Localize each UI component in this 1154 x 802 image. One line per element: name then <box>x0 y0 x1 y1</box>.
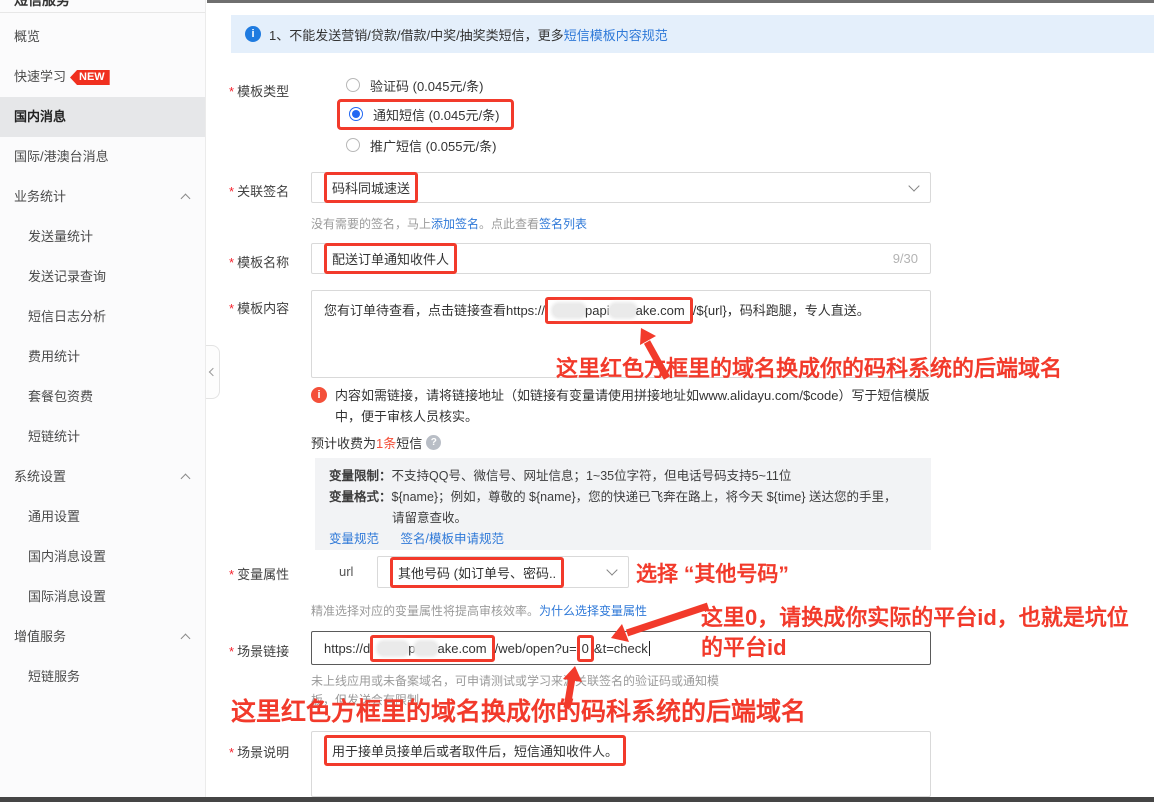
variable-spec-link[interactable]: 变量规范 <box>329 532 379 546</box>
add-signature-link[interactable]: 添加签名 <box>431 217 479 231</box>
fee-estimate: 预计收费为1条短信? <box>311 433 941 454</box>
chevron-up-icon <box>181 194 191 204</box>
chevron-down-icon <box>606 564 617 575</box>
sidebar-item-quick-learn[interactable]: 快速学习NEW <box>0 57 205 97</box>
signature-template-spec-link[interactable]: 签名/模板申请规范 <box>401 532 504 546</box>
radio-option-promo-sms[interactable]: 推广短信 (0.055元/条) <box>346 130 496 160</box>
annotation-red-box: 通知短信 (0.045元/条) <box>337 99 514 130</box>
new-badge: NEW <box>70 70 110 85</box>
annotation-arrow-left <box>603 600 713 648</box>
variable-attr-select[interactable]: 其他号码 (如订单号、密码.. <box>377 556 629 588</box>
blurred-text <box>415 642 437 655</box>
scene-desc-textarea[interactable]: 用于接单员接单后或者取件后，短信通知收件人。 <box>311 731 931 797</box>
main-content: i 1、不能发送营销/贷款/借款/中奖/抽奖类短信，更多短信模板内容规范 *模板… <box>207 0 1154 802</box>
radio-option-notification-sms[interactable]: 通知短信 (0.045元/条) <box>346 99 514 129</box>
variable-tips-panel: 变量限制：不支持QQ号、微信号、网址信息；1~35位字符，但电话号码支持5~11… <box>315 458 931 550</box>
radio-unselected-icon[interactable] <box>346 78 360 92</box>
sidebar-item-package-pricing[interactable]: 套餐包资费 <box>0 377 205 417</box>
template-type-label: *模板类型 <box>229 81 289 100</box>
sidebar-item-intl-msg-settings[interactable]: 国际消息设置 <box>0 577 205 617</box>
blurred-text <box>553 304 585 317</box>
warning-icon: i <box>311 387 327 403</box>
sidebar-item-shortlink-service[interactable]: 短链服务 <box>0 657 205 697</box>
annotation-platform-id-line2: 的平台id <box>701 630 787 662</box>
chevron-down-icon <box>908 180 919 191</box>
sidebar-partial-top-item[interactable]: 短信服务 <box>0 0 205 13</box>
sidebar-collapse-handle[interactable] <box>206 345 220 399</box>
sidebar-menu: 概览 快速学习NEW 国内消息 国际/港澳台消息 业务统计 发送量统计 发送记录… <box>0 13 205 697</box>
fee-count: 1条 <box>376 433 396 454</box>
annotation-content-domain: 这里红色方框里的域名换成你的码科系统的后端域名 <box>556 351 1062 383</box>
template-name-input[interactable]: 配送订单通知收件人 9/30 <box>311 243 931 274</box>
radio-option-verification-code[interactable]: 验证码 (0.045元/条) <box>346 70 483 100</box>
sms-template-rules-link[interactable]: 短信模板内容规范 <box>564 25 668 44</box>
annotation-red-box-domain: pake.com <box>370 635 494 662</box>
variable-attr-label: *变量属性 <box>229 564 289 583</box>
sidebar-item-sms-log-analysis[interactable]: 短信日志分析 <box>0 297 205 337</box>
variable-attr-helper: 精准选择对应的变量属性将提高审核效率。为什么选择变量属性 <box>311 602 647 619</box>
scene-link-label: *场景链接 <box>229 641 289 660</box>
sidebar-group-system-settings[interactable]: 系统设置 <box>0 457 205 497</box>
scene-desc-label: *场景说明 <box>229 742 289 761</box>
annotation-platform-id-line1: 这里0，请换成你实际的平台id，也就是坑位 <box>701 600 1129 632</box>
annotation-red-box: 用于接单员接单后或者取件后，短信通知收件人。 <box>324 735 626 766</box>
sidebar-group-value-added-services[interactable]: 增值服务 <box>0 617 205 657</box>
scene-link-helper-line1: 未上线应用或未备案域名，可申请测试或学习来源关联签名的验证码或通知模 <box>311 672 719 689</box>
variable-limit-line: 变量限制：不支持QQ号、微信号、网址信息；1~35位字符，但电话号码支持5~11… <box>329 466 917 487</box>
top-notice-bar: i 1、不能发送营销/贷款/借款/中奖/抽奖类短信，更多短信模板内容规范 <box>231 15 1154 53</box>
variable-name: url <box>339 564 353 579</box>
chevron-up-icon <box>181 474 191 484</box>
radio-selected-icon[interactable] <box>349 107 363 121</box>
signature-label: *关联签名 <box>229 181 289 200</box>
sidebar-item-cost-stats[interactable]: 费用统计 <box>0 337 205 377</box>
sidebar-item-intl-messages[interactable]: 国际/港澳台消息 <box>0 137 205 177</box>
annotation-red-box-domain: papiake.com <box>545 297 693 324</box>
sidebar-item-send-volume-stats[interactable]: 发送量统计 <box>0 217 205 257</box>
info-icon: i <box>245 26 261 42</box>
chevron-up-icon <box>181 634 191 644</box>
variable-format-line2: 请留意查收。 <box>329 508 917 529</box>
template-name-label: *模板名称 <box>229 252 289 271</box>
radio-unselected-icon[interactable] <box>346 138 360 152</box>
annotation-red-box: 码科同城速送 <box>324 172 418 203</box>
signature-helper: 没有需要的签名，马上添加签名。点此查看签名列表 <box>311 215 587 232</box>
annotation-red-box: 其他号码 (如订单号、密码.. <box>390 557 564 588</box>
variable-format-line: 变量格式：${name}；例如，尊敬的 ${name}，您的快递已飞奔在路上，将… <box>329 487 917 508</box>
sidebar-group-business-stats[interactable]: 业务统计 <box>0 177 205 217</box>
template-content-label: *模板内容 <box>229 298 289 317</box>
signature-list-link[interactable]: 签名列表 <box>539 217 587 231</box>
sidebar-item-overview[interactable]: 概览 <box>0 17 205 57</box>
signature-select[interactable]: 码科同城速送 <box>311 172 931 203</box>
annotation-red-box-platform-id: 0 <box>577 635 594 662</box>
help-icon[interactable]: ? <box>426 435 441 450</box>
sidebar-item-domestic-messages[interactable]: 国内消息 <box>0 97 205 137</box>
window-bottom-edge <box>0 797 1154 802</box>
notice-text: 1、不能发送营销/贷款/借款/中奖/抽奖类短信，更多 <box>269 25 564 44</box>
annotation-link-domain: 这里红色方框里的域名换成你的码科系统的后端域名 <box>231 692 806 728</box>
sidebar-item-general-settings[interactable]: 通用设置 <box>0 497 205 537</box>
blurred-text <box>378 642 408 655</box>
link-usage-note: i内容如需链接，请将链接地址（如链接有变量请使用拼接地址如www.alidayu… <box>311 385 941 427</box>
sidebar-item-shortlink-stats[interactable]: 短链统计 <box>0 417 205 457</box>
sidebar: 短信服务 概览 快速学习NEW 国内消息 国际/港澳台消息 业务统计 发送量统计… <box>0 0 206 797</box>
chevron-left-icon <box>209 368 217 376</box>
annotation-red-box: 配送订单通知收件人 <box>324 243 457 274</box>
sidebar-item-send-record-query[interactable]: 发送记录查询 <box>0 257 205 297</box>
sidebar-item-domestic-msg-settings[interactable]: 国内消息设置 <box>0 537 205 577</box>
blurred-text <box>610 304 636 317</box>
char-counter: 9/30 <box>893 251 918 266</box>
window-top-edge <box>207 0 1154 3</box>
annotation-select-hint: 选择 “其他号码” <box>636 558 789 588</box>
